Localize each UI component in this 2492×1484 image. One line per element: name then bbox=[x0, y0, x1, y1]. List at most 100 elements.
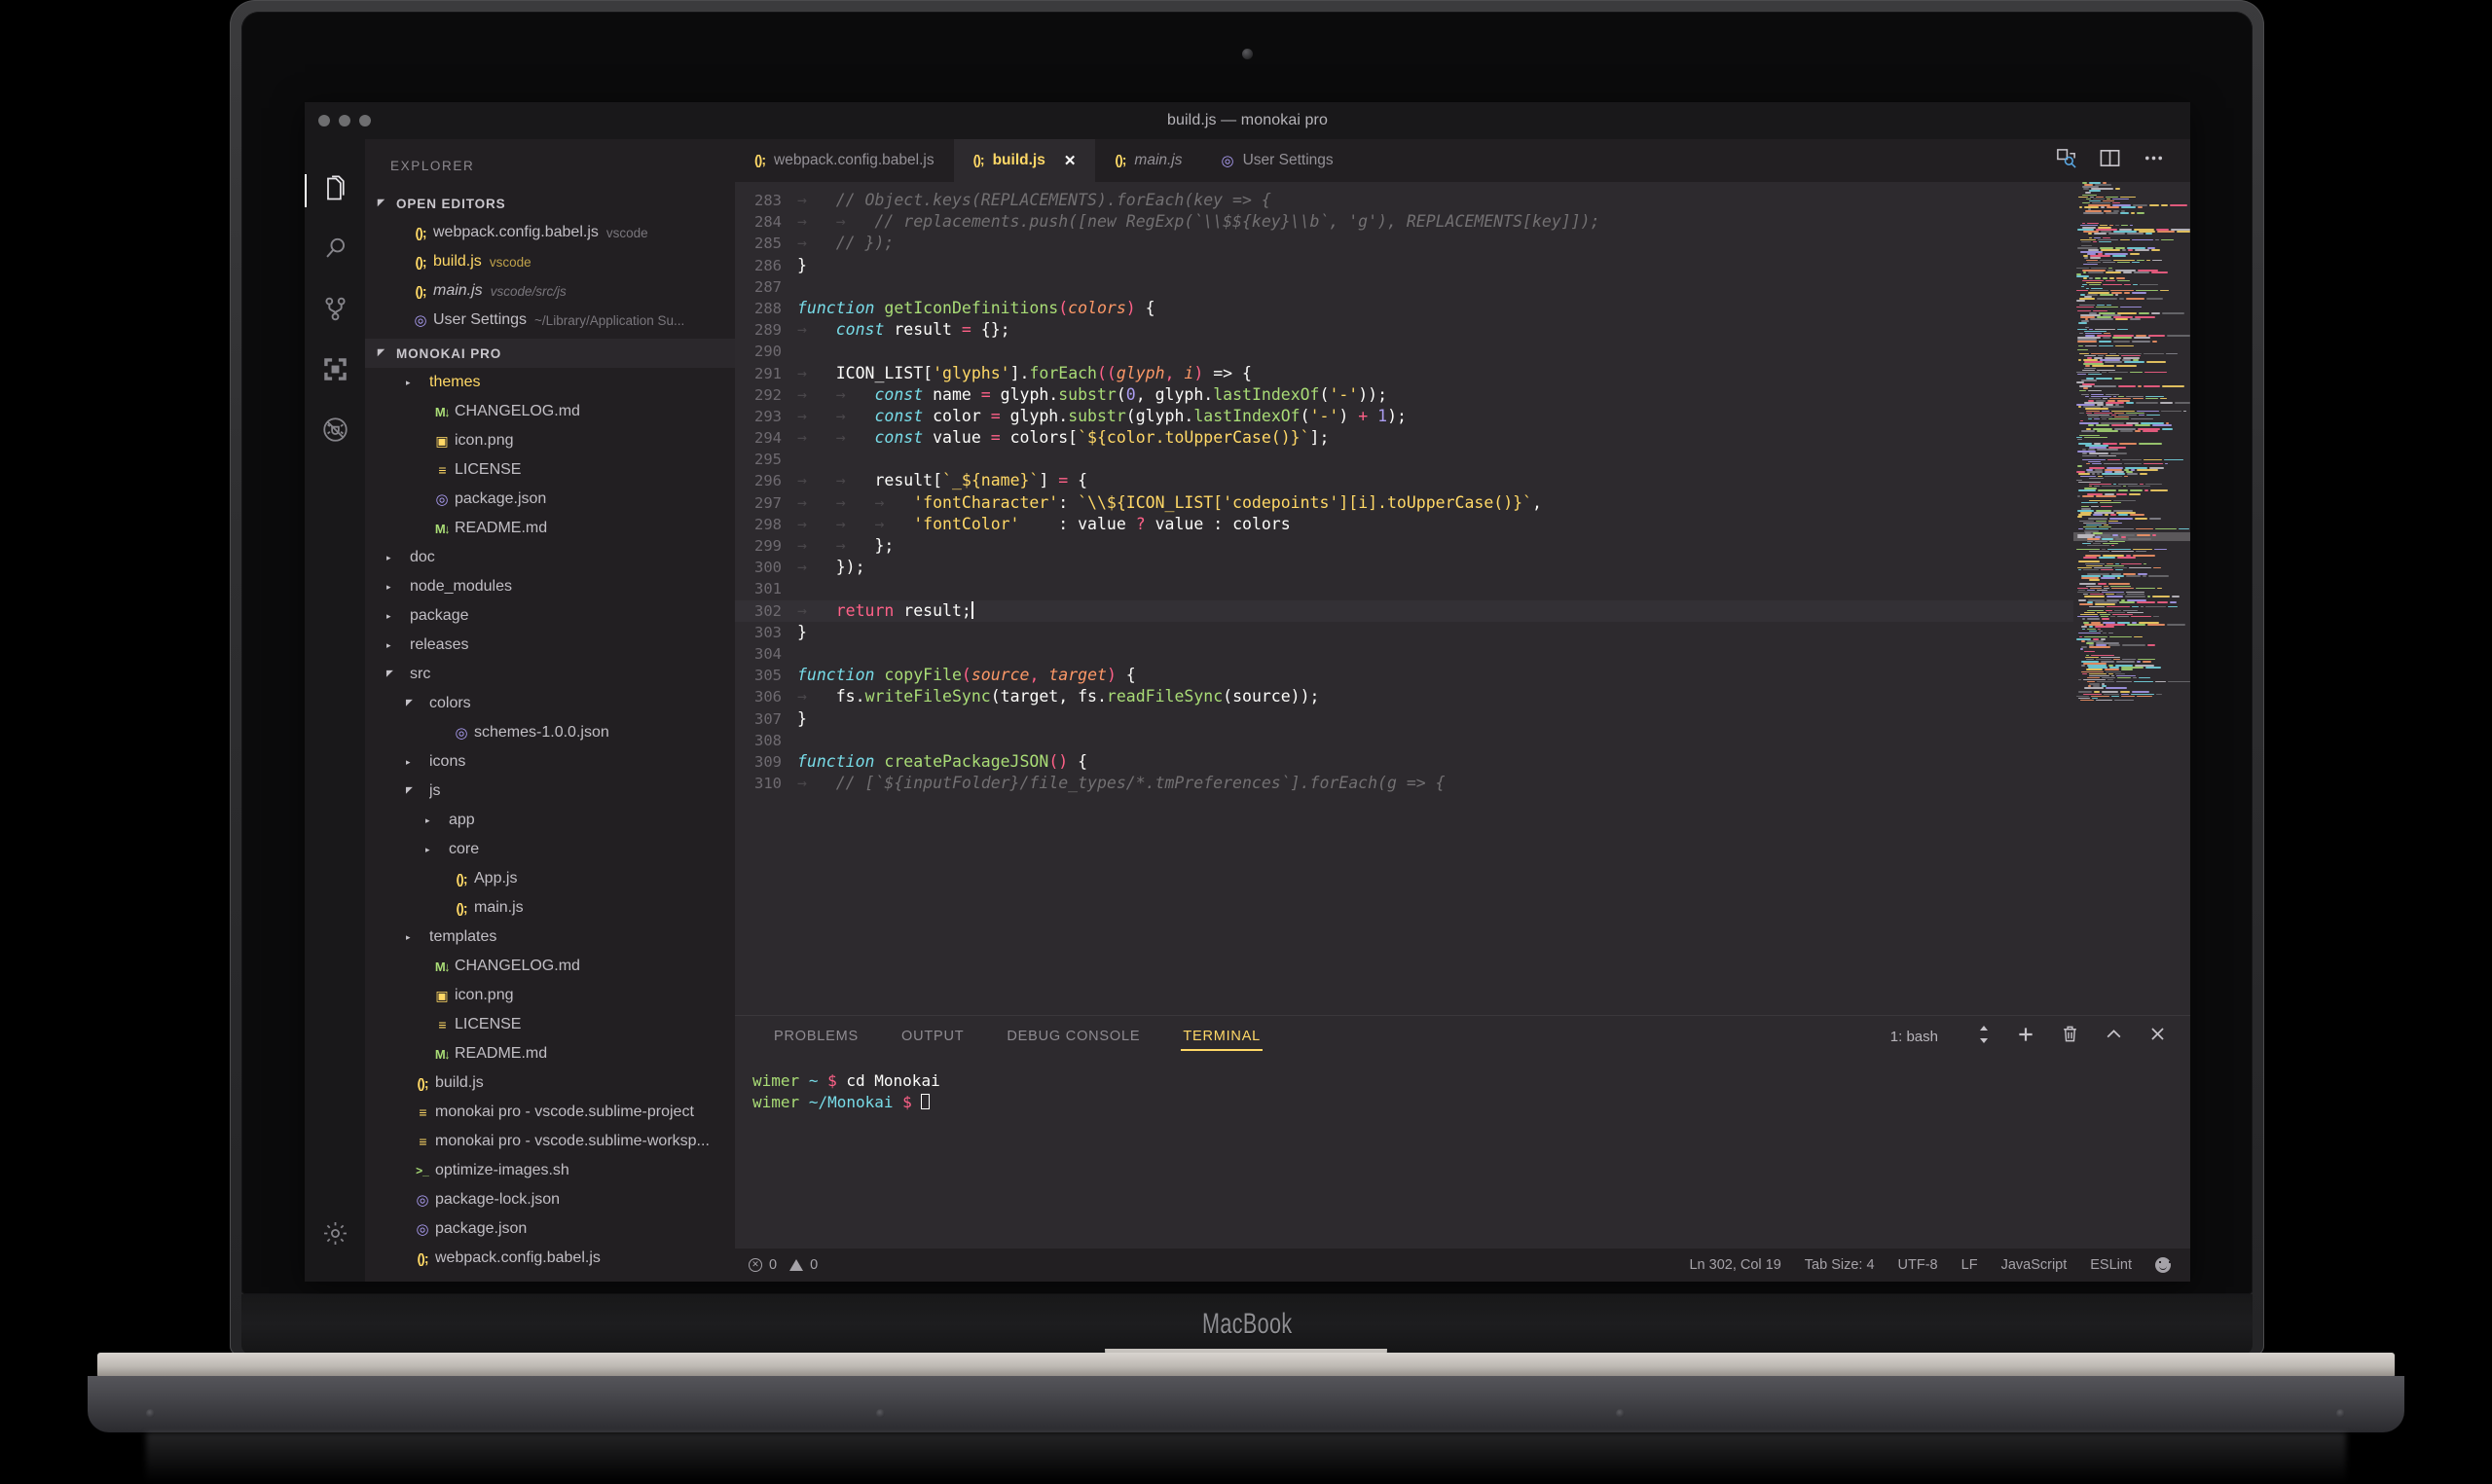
language-mode[interactable]: JavaScript bbox=[2001, 1257, 2068, 1273]
file-tree-item[interactable]: ◎ package-lock.json bbox=[365, 1185, 735, 1214]
chevron-right-icon[interactable] bbox=[406, 933, 418, 942]
code-editor[interactable]: 283 → // Object.keys(REPLACEMENTS).forEac… bbox=[735, 182, 2190, 1015]
close-panel-icon[interactable] bbox=[2148, 1025, 2167, 1048]
file-tree-item[interactable]: ▣ icon.png bbox=[365, 981, 735, 1010]
file-tree-item[interactable]: (); webpack.config.babel.js bbox=[365, 1244, 735, 1273]
feedback-smiley-icon[interactable] bbox=[2155, 1257, 2171, 1273]
panel-tab[interactable]: DEBUG CONSOLE bbox=[985, 1016, 1161, 1057]
panel-tab[interactable]: OUTPUT bbox=[880, 1016, 985, 1057]
json-icon: ◎ bbox=[408, 311, 433, 329]
new-terminal-icon[interactable] bbox=[2016, 1025, 2035, 1049]
line-content: → → const name = glyph.substr(0, glyph.l… bbox=[797, 384, 1388, 404]
js-file-icon: (); bbox=[1115, 152, 1126, 167]
file-tree-item[interactable]: releases bbox=[365, 631, 735, 660]
activity-item-extensions[interactable] bbox=[305, 342, 365, 402]
minimap[interactable] bbox=[2073, 182, 2190, 1015]
file-tree-item[interactable]: M↓ README.md bbox=[365, 1039, 735, 1068]
file-tree-item[interactable]: package bbox=[365, 601, 735, 631]
open-editor-item[interactable]: ◎ User Settings ~/Library/Application Su..… bbox=[365, 306, 735, 335]
file-tree-item[interactable]: ≡ monokai pro - vscode.sublime-project bbox=[365, 1098, 735, 1127]
file-tree-item[interactable]: ◎ package.json bbox=[365, 485, 735, 514]
file-tree-item[interactable]: ◎ schemes-1.0.0.json bbox=[365, 718, 735, 747]
file-tree-item[interactable]: src bbox=[365, 660, 735, 689]
file-tree-item[interactable]: ≡ monokai pro - vscode.sublime-worksp... bbox=[365, 1127, 735, 1156]
file-tree-item[interactable]: M↓ README.md bbox=[365, 514, 735, 543]
chevron-right-icon[interactable] bbox=[386, 612, 398, 621]
file-tree-item[interactable]: themes bbox=[365, 368, 735, 397]
error-count: 0 bbox=[769, 1257, 778, 1273]
open-editor-name: webpack.config.babel.js bbox=[433, 224, 599, 240]
chevron-right-icon[interactable] bbox=[386, 554, 398, 562]
panel-tab[interactable]: PROBLEMS bbox=[752, 1016, 880, 1057]
encoding[interactable]: UTF-8 bbox=[1898, 1257, 1938, 1273]
file-tree-label: LICENSE bbox=[455, 461, 522, 478]
activity-item-explorer[interactable] bbox=[305, 161, 365, 221]
chevron-right-icon[interactable] bbox=[406, 758, 418, 767]
file-tree-item[interactable]: doc bbox=[365, 543, 735, 572]
js-file-icon: (); bbox=[417, 1250, 429, 1266]
file-tree-item[interactable]: >_ optimize-images.sh bbox=[365, 1156, 735, 1185]
activity-item-search[interactable] bbox=[305, 221, 365, 281]
chevron-right-icon[interactable] bbox=[386, 583, 398, 592]
file-tree-item[interactable]: colors bbox=[365, 689, 735, 718]
search-icon bbox=[322, 235, 348, 267]
minimize-window-button[interactable] bbox=[339, 115, 350, 127]
file-tree-item[interactable]: icons bbox=[365, 747, 735, 777]
terminal-selector[interactable]: 1: bash bbox=[1890, 1029, 1938, 1045]
file-tree-item[interactable]: M↓ CHANGELOG.md bbox=[365, 952, 735, 981]
chevron-down-icon[interactable] bbox=[386, 670, 398, 679]
maximize-window-button[interactable] bbox=[359, 115, 371, 127]
status-bar-problems[interactable]: ✕ 0 0 bbox=[735, 1257, 818, 1273]
editor-tab[interactable]: ◎ User Settings bbox=[1201, 139, 1353, 182]
file-tree-item[interactable]: core bbox=[365, 835, 735, 864]
close-tab-button[interactable]: ✕ bbox=[1064, 152, 1077, 169]
close-window-button[interactable] bbox=[318, 115, 330, 127]
file-tree-item[interactable]: (); main.js bbox=[365, 893, 735, 923]
open-editor-item[interactable]: (); webpack.config.babel.js vscode bbox=[365, 218, 735, 247]
file-tree: themes M↓ CHANGELOG.md ▣ icon.png ≡ LICENSE ◎ pa… bbox=[365, 368, 735, 1273]
file-tree-item[interactable]: (); build.js bbox=[365, 1068, 735, 1098]
file-tree-item[interactable]: ▣ icon.png bbox=[365, 426, 735, 455]
terminal-path: ~ bbox=[808, 1071, 819, 1090]
more-actions-icon[interactable] bbox=[2143, 147, 2165, 174]
chevron-right-icon[interactable] bbox=[386, 641, 398, 650]
file-tree-item[interactable]: ◎ package.json bbox=[365, 1214, 735, 1244]
kill-terminal-icon[interactable] bbox=[2061, 1025, 2079, 1048]
cursor-position[interactable]: Ln 302, Col 19 bbox=[1689, 1257, 1780, 1273]
window-traffic-lights[interactable] bbox=[318, 115, 371, 127]
code-lines[interactable]: 283 → // Object.keys(REPLACEMENTS).forEac… bbox=[735, 182, 2073, 1015]
file-tree-item[interactable]: templates bbox=[365, 923, 735, 952]
tab-size[interactable]: Tab Size: 4 bbox=[1805, 1257, 1875, 1273]
chevron-down-icon[interactable] bbox=[406, 787, 418, 796]
file-tree-item[interactable]: js bbox=[365, 777, 735, 806]
editor-tab[interactable]: (); build.js ✕ bbox=[953, 139, 1096, 182]
open-editor-item[interactable]: (); build.js vscode bbox=[365, 247, 735, 276]
chevron-right-icon[interactable] bbox=[425, 816, 437, 825]
file-tree-item[interactable]: ≡ LICENSE bbox=[365, 455, 735, 485]
split-terminal-icon[interactable] bbox=[1977, 1025, 1991, 1049]
file-tree-item[interactable]: M↓ CHANGELOG.md bbox=[365, 397, 735, 426]
file-tree-item[interactable]: ≡ LICENSE bbox=[365, 1010, 735, 1039]
open-editors-section-header[interactable]: OPEN EDITORS bbox=[365, 189, 735, 218]
file-tree-item[interactable]: (); App.js bbox=[365, 864, 735, 893]
open-editor-item[interactable]: (); main.js vscode/src/js bbox=[365, 276, 735, 306]
open-editor-path: vscode/src/js bbox=[490, 283, 567, 299]
chevron-down-icon[interactable] bbox=[406, 700, 418, 708]
open-preview-icon[interactable] bbox=[2099, 147, 2121, 174]
chevron-right-icon[interactable] bbox=[406, 379, 418, 387]
eol[interactable]: LF bbox=[1961, 1257, 1978, 1273]
terminal-output[interactable]: wimer ~ $ cd Monokai wimer ~/Monokai $ bbox=[735, 1057, 2190, 1249]
activity-item-debug[interactable] bbox=[305, 402, 365, 462]
file-tree-item[interactable]: app bbox=[365, 806, 735, 835]
panel-tab[interactable]: TERMINAL bbox=[1161, 1016, 1282, 1057]
eslint-status[interactable]: ESLint bbox=[2090, 1257, 2132, 1273]
activity-item-source-control[interactable] bbox=[305, 281, 365, 342]
split-editor-icon[interactable] bbox=[2055, 147, 2077, 174]
chevron-right-icon[interactable] bbox=[425, 846, 437, 854]
editor-tab[interactable]: (); webpack.config.babel.js bbox=[735, 139, 954, 182]
project-section-header[interactable]: MONOKAI PRO bbox=[365, 339, 735, 368]
maximize-panel-icon[interactable] bbox=[2105, 1025, 2123, 1048]
activity-item-settings[interactable] bbox=[305, 1206, 365, 1266]
editor-tab[interactable]: (); main.js bbox=[1095, 139, 1202, 182]
file-tree-item[interactable]: node_modules bbox=[365, 572, 735, 601]
